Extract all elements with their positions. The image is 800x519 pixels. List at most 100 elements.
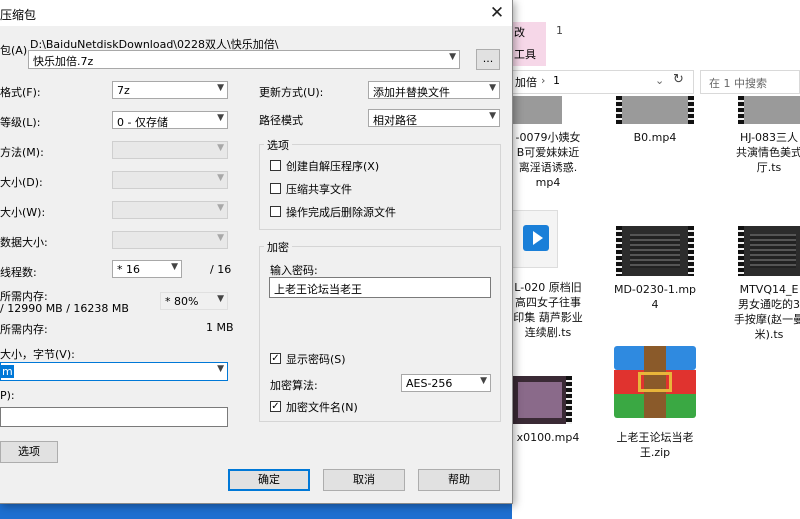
search-placeholder: 在 1 中搜索 xyxy=(709,77,767,90)
add-to-archive-dialog: 压缩包 ✕ 包(A) D:\BaiduNetdiskDownload\0228双… xyxy=(0,0,513,504)
file-item-label[interactable]: 上老王论坛当老 王.zip xyxy=(607,430,703,460)
format-select[interactable]: 7z ▼ xyxy=(112,81,228,99)
video-thumbnail[interactable] xyxy=(738,226,800,276)
check-icon: ✓ xyxy=(271,401,280,412)
chevron-down-icon: ▼ xyxy=(217,173,224,183)
chevron-down-icon[interactable]: ▼ xyxy=(489,111,496,121)
ribbon-tab-tools[interactable]: 工具 xyxy=(512,44,546,66)
method-label: 方法(M): xyxy=(0,146,44,159)
help-button[interactable]: 帮助 xyxy=(418,469,500,491)
solid-block-label: 数据大小: xyxy=(0,236,48,249)
encryption-method-select[interactable]: AES-256 ▼ xyxy=(401,374,491,392)
chevron-down-icon[interactable]: ▼ xyxy=(217,294,224,304)
threads-label: 线程数: xyxy=(0,266,37,279)
parameters-input[interactable] xyxy=(0,407,228,427)
file-item-label[interactable]: x0100.mp4 xyxy=(500,430,596,445)
chevron-down-icon: ▼ xyxy=(217,203,224,213)
archive-label: 包(A) xyxy=(0,44,28,57)
path-mode-label: 路径模式 xyxy=(259,114,303,127)
chevron-down-icon[interactable]: ▼ xyxy=(449,52,456,62)
dialog-titlebar: 压缩包 ✕ xyxy=(0,0,512,26)
path-mode-value: 相对路径 xyxy=(373,114,417,127)
chevron-down-icon[interactable]: ▼ xyxy=(217,113,224,123)
update-mode-value: 添加并替换文件 xyxy=(373,86,450,99)
explorer-titlebar xyxy=(512,0,800,22)
chevron-down-icon[interactable]: ▼ xyxy=(217,83,224,93)
ribbon-tab-label: 改 xyxy=(514,26,525,39)
word-size-label: 大小(W): xyxy=(0,206,46,219)
password-label: 输入密码: xyxy=(270,264,318,277)
chevron-down-icon[interactable]: ▼ xyxy=(217,364,224,374)
chevron-down-icon[interactable]: ▼ xyxy=(171,262,178,272)
explorer-window-title: 1 xyxy=(556,24,563,37)
sfx-checkbox[interactable] xyxy=(270,160,281,171)
breadcrumb-part[interactable]: 加倍 xyxy=(515,74,537,90)
cancel-button[interactable]: 取消 xyxy=(323,469,405,491)
volume-size-value: m xyxy=(1,365,14,378)
video-thumbnail[interactable] xyxy=(616,96,694,124)
video-thumbnail[interactable] xyxy=(512,96,562,124)
format-label: 格式(F): xyxy=(0,86,41,99)
password-value: 上老王论坛当老王 xyxy=(274,283,362,296)
sfx-label[interactable]: 创建自解压程序(X) xyxy=(286,158,379,174)
refresh-icon[interactable]: ↻ xyxy=(673,72,684,87)
video-thumbnail[interactable] xyxy=(616,226,694,276)
options-group-title: 选项 xyxy=(264,137,292,153)
ribbon-tab-label: 工具 xyxy=(514,48,536,61)
parameters-label: P): xyxy=(0,389,15,402)
video-thumbnail[interactable] xyxy=(738,96,800,124)
memory-usage-select[interactable]: * 80% ▼ xyxy=(160,292,228,310)
encrypt-names-label[interactable]: 加密文件名(N) xyxy=(286,399,358,415)
close-icon[interactable]: ✕ xyxy=(486,3,508,23)
memory-usage-value: * 80% xyxy=(165,295,199,308)
delete-after-label[interactable]: 操作完成后删除源文件 xyxy=(286,204,396,220)
ribbon-tab-share[interactable]: 改 xyxy=(512,22,546,44)
update-mode-select[interactable]: 添加并替换文件 ▼ xyxy=(368,81,500,99)
path-mode-select[interactable]: 相对路径 ▼ xyxy=(368,109,500,127)
video-file-icon[interactable] xyxy=(512,210,558,268)
file-item-label[interactable]: MD-0230-1.mp 4 xyxy=(607,282,703,312)
delete-after-checkbox[interactable] xyxy=(270,206,281,217)
volume-size-combo[interactable]: m ▼ xyxy=(0,362,228,381)
address-bar[interactable]: 加倍 › 1 ⌄ ↻ xyxy=(512,70,694,94)
threads-select[interactable]: * 16 ▼ xyxy=(112,260,182,278)
dictionary-size-label: 大小(D): xyxy=(0,176,43,189)
chevron-down-icon[interactable]: ▼ xyxy=(480,376,487,386)
word-size-select: ▼ xyxy=(112,201,228,219)
winrar-archive-icon[interactable] xyxy=(614,346,696,418)
chevron-down-icon: ▼ xyxy=(217,143,224,153)
browse-button[interactable]: ... xyxy=(476,49,500,70)
show-password-checkbox[interactable]: ✓ xyxy=(270,353,281,364)
chevron-down-icon: ▼ xyxy=(217,233,224,243)
encryption-method-value: AES-256 xyxy=(406,377,453,390)
archive-name-value: 快乐加倍.7z xyxy=(33,55,94,68)
file-item-label[interactable]: HJ-083三人 共演情色美式 厅.ts xyxy=(724,130,800,175)
file-item-label[interactable]: L-020 原档旧 高四女子往事 印集 葫芦影业 连续剧.ts xyxy=(500,280,596,340)
solid-block-select: ▼ xyxy=(112,231,228,249)
shared-files-checkbox[interactable] xyxy=(270,183,281,194)
shared-files-label[interactable]: 压缩共享文件 xyxy=(286,181,352,197)
format-value: 7z xyxy=(117,84,130,97)
breadcrumb-part[interactable]: 1 xyxy=(553,74,560,87)
volume-size-label: 大小，字节(V): xyxy=(0,348,75,361)
chevron-down-icon[interactable]: ▼ xyxy=(489,83,496,93)
video-thumbnail[interactable] xyxy=(512,376,572,424)
method-select: ▼ xyxy=(112,141,228,159)
file-item-label[interactable]: B0.mp4 xyxy=(607,130,703,145)
ok-button[interactable]: 确定 xyxy=(228,469,310,491)
level-select[interactable]: 0 - 仅存储 ▼ xyxy=(112,111,228,129)
password-input[interactable]: 上老王论坛当老王 xyxy=(269,277,491,298)
file-explorer-window: 改 工具 1 加倍 › 1 ⌄ ↻ 在 1 中搜索 -0079小姨女 B可爱妹妹近… xyxy=(512,0,800,519)
encryption-group-title: 加密 xyxy=(264,239,292,255)
options-button[interactable]: 选项 xyxy=(0,441,58,463)
update-mode-label: 更新方式(U): xyxy=(259,86,324,99)
show-password-label[interactable]: 显示密码(S) xyxy=(286,351,346,367)
chevron-down-icon[interactable]: ⌄ xyxy=(655,74,664,87)
breadcrumb-separator-icon: › xyxy=(541,74,546,87)
file-item-label[interactable]: MTVQ14_E 男女通吃的3 手按摩(赵一曼 米).ts xyxy=(724,282,800,342)
encrypt-names-checkbox[interactable]: ✓ xyxy=(270,401,281,412)
search-box[interactable]: 在 1 中搜索 xyxy=(700,70,800,94)
archive-name-combo[interactable]: 快乐加倍.7z ▼ xyxy=(28,50,460,69)
file-item-label[interactable]: -0079小姨女 B可爱妹妹近 离淫语诱惑. mp4 xyxy=(500,130,596,190)
check-icon: ✓ xyxy=(271,353,280,364)
